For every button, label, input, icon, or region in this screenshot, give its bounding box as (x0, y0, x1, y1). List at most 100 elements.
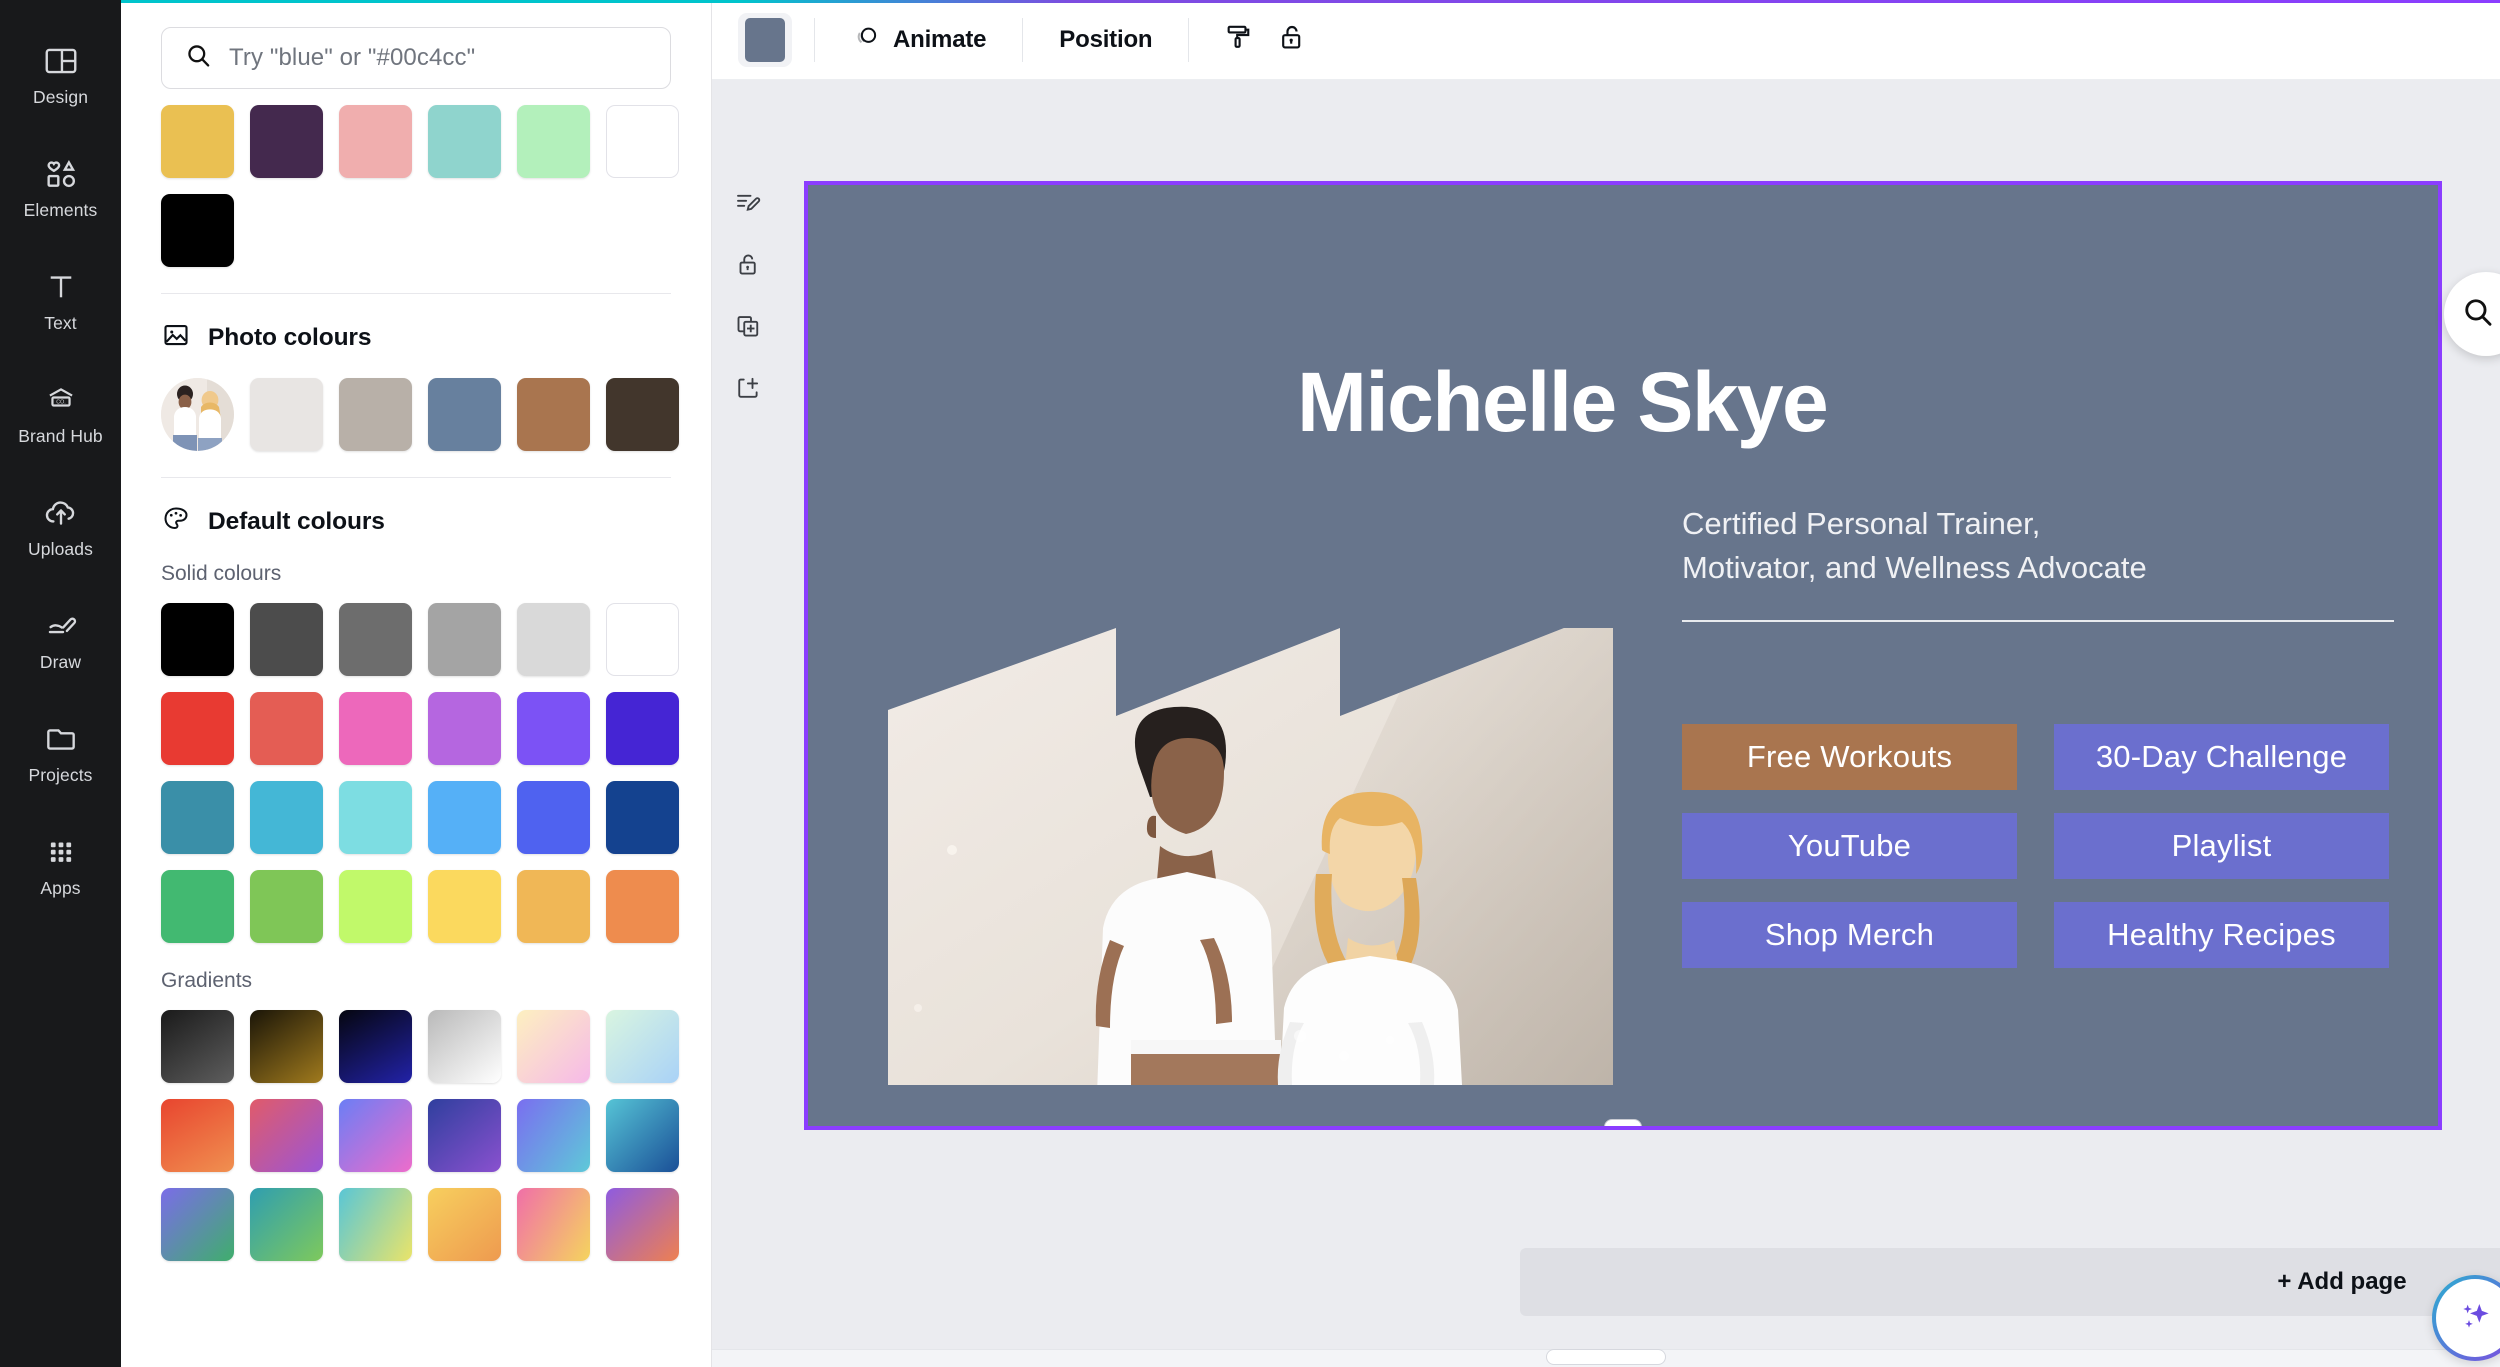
gradient-swatch[interactable] (517, 1099, 590, 1172)
notes-edit-button[interactable] (726, 182, 770, 226)
duplicate-page-button[interactable] (726, 306, 770, 350)
paint-roller-button[interactable] (1211, 13, 1265, 67)
gradient-swatch[interactable] (606, 1188, 679, 1261)
solid-colour-swatch[interactable] (161, 870, 234, 943)
solid-colour-swatch[interactable] (161, 692, 234, 765)
photo-swatch[interactable] (517, 378, 590, 451)
solid-colour-swatch[interactable] (428, 781, 501, 854)
page-title[interactable]: Michelle Skye (1297, 360, 1829, 444)
solid-colour-swatch[interactable] (250, 692, 323, 765)
canvas-area: Michelle Skye Certified Personal Trainer… (712, 80, 2500, 1367)
gradient-swatch[interactable] (606, 1099, 679, 1172)
solid-colour-swatch[interactable] (339, 870, 412, 943)
sidebar-item-design[interactable]: Design (7, 18, 115, 131)
brand-hub-icon: CO. (42, 381, 80, 419)
page-link-button[interactable]: Playlist (2054, 813, 2389, 879)
photo-swatch[interactable] (428, 378, 501, 451)
solid-colour-swatch[interactable] (339, 692, 412, 765)
top-accent-bar (121, 0, 2500, 3)
add-page-button[interactable] (726, 368, 770, 412)
page-link-button[interactable]: Shop Merch (1682, 902, 2017, 968)
brand-swatch[interactable] (428, 105, 501, 178)
solid-colour-swatch[interactable] (517, 603, 590, 676)
page-link-button[interactable]: YouTube (1682, 813, 2017, 879)
photo-thumbnail[interactable] (161, 378, 234, 451)
unlock-icon (1276, 21, 1308, 58)
solid-colour-swatch[interactable] (339, 781, 412, 854)
gradients-label: Gradients (161, 969, 253, 992)
sidebar-item-apps[interactable]: Apps (7, 809, 115, 922)
sidebar-item-elements[interactable]: Elements (7, 131, 115, 244)
add-page-label: + Add page (2277, 1268, 2407, 1295)
solid-colour-swatch[interactable] (161, 603, 234, 676)
page-link-button[interactable]: Free Workouts (1682, 724, 2017, 790)
position-button[interactable]: Position (1045, 13, 1166, 67)
solid-colour-swatch[interactable] (250, 870, 323, 943)
gradient-swatch[interactable] (161, 1010, 234, 1083)
gradient-swatch[interactable] (250, 1010, 323, 1083)
sidebar-item-draw[interactable]: Draw (7, 583, 115, 696)
search-section: Try "blue" or "#00c4cc" (161, 0, 671, 89)
gradient-swatch[interactable] (428, 1099, 501, 1172)
gradient-swatch[interactable] (339, 1188, 412, 1261)
sidebar-item-brand-hub[interactable]: CO. Brand Hub (7, 357, 115, 470)
solid-colour-swatch[interactable] (250, 781, 323, 854)
solid-colour-swatch[interactable] (517, 781, 590, 854)
solid-colour-swatch[interactable] (339, 603, 412, 676)
search-input[interactable]: Try "blue" or "#00c4cc" (161, 27, 671, 89)
gradient-swatch[interactable] (428, 1010, 501, 1083)
gradient-swatch[interactable] (161, 1099, 234, 1172)
solid-colour-swatch[interactable] (606, 781, 679, 854)
solid-colour-swatch[interactable] (606, 692, 679, 765)
brand-swatch[interactable] (250, 105, 323, 178)
search-placeholder: Try "blue" or "#00c4cc" (229, 44, 476, 71)
solid-colour-swatch[interactable] (428, 692, 501, 765)
page-lock-button[interactable] (726, 244, 770, 288)
solid-colour-swatch[interactable] (250, 603, 323, 676)
brand-swatch[interactable] (517, 105, 590, 178)
design-page[interactable]: Michelle Skye Certified Personal Trainer… (804, 181, 2442, 1130)
solid-colour-swatch[interactable] (517, 870, 590, 943)
animate-label: Animate (893, 25, 987, 53)
colour-chip[interactable] (738, 12, 792, 67)
brand-swatch[interactable] (161, 194, 234, 267)
solid-colour-swatch[interactable] (161, 781, 234, 854)
sidebar-item-text[interactable]: Text (7, 244, 115, 357)
gradient-swatch[interactable] (339, 1010, 412, 1083)
solid-colour-swatch[interactable] (606, 603, 679, 676)
page-resize-handle[interactable] (1604, 1119, 1642, 1126)
gradient-swatch[interactable] (339, 1099, 412, 1172)
gradient-swatch[interactable] (428, 1188, 501, 1261)
page-link-button[interactable]: 30-Day Challenge (2054, 724, 2389, 790)
design-icon (42, 42, 80, 80)
sidebar-item-label: Apps (40, 878, 81, 899)
gradient-swatch[interactable] (517, 1010, 590, 1083)
lock-button[interactable] (1265, 13, 1319, 67)
projects-icon (42, 720, 80, 758)
sidebar-item-uploads[interactable]: Uploads (7, 470, 115, 583)
brand-swatch[interactable] (339, 105, 412, 178)
brand-swatch[interactable] (606, 105, 679, 178)
gradient-swatch[interactable] (606, 1010, 679, 1083)
photo-swatch[interactable] (250, 378, 323, 451)
gradient-swatch[interactable] (250, 1188, 323, 1261)
page-subtitle[interactable]: Certified Personal Trainer, Motivator, an… (1682, 502, 2147, 590)
solid-colour-swatch[interactable] (428, 603, 501, 676)
add-page-bar[interactable]: + Add page (1520, 1248, 2500, 1316)
animate-button[interactable]: Animate (837, 13, 1000, 67)
photo-swatch[interactable] (339, 378, 412, 451)
gradient-swatch[interactable] (161, 1188, 234, 1261)
page-photo[interactable] (888, 588, 1613, 1085)
brand-swatch[interactable] (161, 105, 234, 178)
sidebar-item-projects[interactable]: Projects (7, 696, 115, 809)
page-link-button[interactable]: Healthy Recipes (2054, 902, 2389, 968)
gradient-swatch[interactable] (250, 1099, 323, 1172)
photo-colours-section: Photo colours (161, 320, 679, 451)
gradient-swatch[interactable] (517, 1188, 590, 1261)
photo-swatch[interactable] (606, 378, 679, 451)
solid-colour-swatch[interactable] (606, 870, 679, 943)
solid-colour-swatch[interactable] (517, 692, 590, 765)
solid-colour-swatch[interactable] (428, 870, 501, 943)
bottom-scroll-pill[interactable] (1546, 1349, 1666, 1365)
canvas-search-fab[interactable] (2444, 272, 2500, 356)
